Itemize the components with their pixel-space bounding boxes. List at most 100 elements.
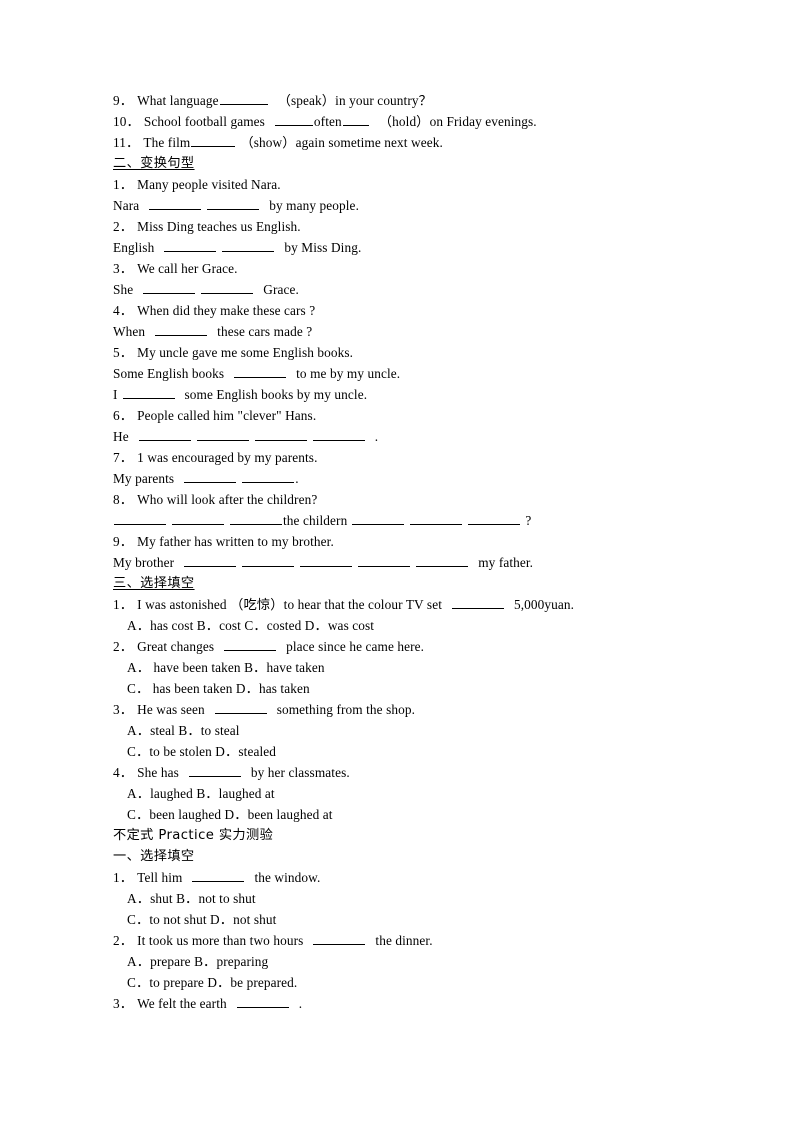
option-line-3-4-ab[interactable]: A．laughed B．laughed at	[113, 783, 713, 804]
exercise-line-q10: 10． School football games often （hold）on Fr…	[113, 111, 713, 132]
answer-middle: the childern	[283, 513, 348, 528]
blank-field[interactable]	[138, 427, 191, 441]
item-number: 6．	[113, 408, 134, 423]
blank-field[interactable]	[219, 91, 268, 105]
question-answer-2-7: My parents.	[113, 468, 713, 489]
answer-tail: some English books by my uncle.	[184, 387, 368, 402]
answer-tail: these cars made ?	[217, 324, 313, 339]
question-prompt-2-5: 5． My uncle gave me some English books.	[113, 342, 713, 363]
item-number: 4．	[113, 765, 134, 780]
question-prompt-2-3: 3． We call her Grace.	[113, 258, 713, 279]
item-text-after: .	[298, 996, 303, 1011]
option-line-p-2-cd[interactable]: C．to prepare D．be prepared.	[113, 972, 713, 993]
blank-field[interactable]	[352, 511, 405, 525]
answer-lead: She	[113, 282, 134, 297]
blank-field[interactable]	[452, 595, 504, 609]
question-answer-2-5b: Isome English books by my uncle.	[113, 384, 713, 405]
option-line-p-2-ab[interactable]: A．prepare B．preparing	[113, 951, 713, 972]
blank-field[interactable]	[214, 700, 267, 714]
worksheet-content: 9． What language （speak）in your country？ 1…	[113, 90, 713, 1014]
option-line-3-4-cd[interactable]: C．been laughed D．been laughed at	[113, 804, 713, 825]
blank-field[interactable]	[313, 931, 366, 945]
item-text: She has	[137, 765, 179, 780]
question-answer-2-4: When these cars made ?	[113, 321, 713, 342]
item-number: 8．	[113, 492, 134, 507]
item-text-middle: often	[313, 114, 342, 129]
blank-field[interactable]	[155, 322, 208, 336]
option-line-3-2-ab[interactable]: A． have been taken B．have taken	[113, 657, 713, 678]
blank-field[interactable]	[358, 553, 411, 567]
blank-field[interactable]	[184, 469, 237, 483]
blank-field[interactable]	[149, 196, 202, 210]
blank-field[interactable]	[242, 553, 295, 567]
question-stem-3-1: 1． I was astonished （吃惊）to hear that the …	[113, 594, 713, 615]
blank-field[interactable]	[410, 511, 463, 525]
item-number: 2．	[113, 639, 134, 654]
question-stem-p-3: 3． We felt the earth.	[113, 993, 713, 1014]
question-stem-3-2: 2． Great changes place since he came here.	[113, 636, 713, 657]
blank-field[interactable]	[242, 469, 295, 483]
blank-field[interactable]	[222, 238, 275, 252]
blank-field[interactable]	[224, 637, 277, 651]
question-answer-2-8: the childern?	[113, 510, 713, 531]
item-number: 1．	[113, 597, 134, 612]
item-text: Who will look after the children?	[137, 492, 318, 507]
blank-field[interactable]	[342, 112, 369, 126]
option-line-p-1-cd[interactable]: C．to not shut D．not shut	[113, 909, 713, 930]
item-number: 7．	[113, 450, 134, 465]
item-number: 10．	[113, 114, 140, 129]
option-line-p-1-ab[interactable]: A．shut B．not to shut	[113, 888, 713, 909]
blank-field[interactable]	[188, 763, 241, 777]
blank-field[interactable]	[164, 238, 217, 252]
item-text: My father has written to my brother.	[137, 534, 334, 549]
question-prompt-2-9: 9． My father has written to my brother.	[113, 531, 713, 552]
item-text-after: （hold）on Friday evenings.	[378, 114, 537, 129]
question-prompt-2-2: 2． Miss Ding teaches us English.	[113, 216, 713, 237]
option-line-3-1-ab[interactable]: A．has cost B．cost C．costed D．was cost	[113, 615, 713, 636]
question-answer-2-6: He.	[113, 426, 713, 447]
blank-field[interactable]	[191, 133, 236, 147]
blank-field[interactable]	[312, 427, 365, 441]
blank-field[interactable]	[300, 553, 353, 567]
option-line-3-3-ab[interactable]: A．steal B．to steal	[113, 720, 713, 741]
item-text: I was astonished （吃惊）to hear that the co…	[137, 597, 442, 612]
item-number: 1．	[113, 177, 134, 192]
item-number: 2．	[113, 219, 134, 234]
answer-tail: to me by my uncle.	[296, 366, 401, 381]
blank-field[interactable]	[192, 868, 245, 882]
blank-field[interactable]	[122, 385, 175, 399]
option-line-3-3-cd[interactable]: C．to be stolen D．stealed	[113, 741, 713, 762]
question-answer-2-9: My brother my father.	[113, 552, 713, 573]
answer-tail: .	[374, 429, 379, 444]
item-number: 3．	[113, 261, 134, 276]
blank-field[interactable]	[207, 196, 260, 210]
answer-tail: ?	[525, 513, 532, 528]
answer-lead: When	[113, 324, 146, 339]
blank-field[interactable]	[184, 553, 237, 567]
item-text: We call her Grace.	[137, 261, 238, 276]
answer-lead: He	[113, 429, 129, 444]
blank-field[interactable]	[236, 994, 289, 1008]
blank-field[interactable]	[274, 112, 313, 126]
blank-field[interactable]	[234, 364, 287, 378]
blank-field[interactable]	[114, 511, 166, 525]
blank-field[interactable]	[230, 511, 282, 525]
blank-field[interactable]	[416, 553, 469, 567]
answer-tail: by many people.	[269, 198, 359, 213]
item-text-after: by her classmates.	[250, 765, 350, 780]
blank-field[interactable]	[172, 511, 224, 525]
option-line-3-2-cd[interactable]: C． has been taken D．has taken	[113, 678, 713, 699]
exercise-line-q11: 11． The film （show）again sometime next wee…	[113, 132, 713, 153]
blank-field[interactable]	[468, 511, 521, 525]
item-number: 9．	[113, 534, 134, 549]
item-text: When did they make these cars ?	[137, 303, 316, 318]
question-answer-2-3: She Grace.	[113, 279, 713, 300]
item-text: Miss Ding teaches us English.	[137, 219, 301, 234]
blank-field[interactable]	[143, 280, 196, 294]
blank-field[interactable]	[254, 427, 307, 441]
blank-field[interactable]	[201, 280, 254, 294]
item-text: What language	[137, 93, 219, 108]
section-heading-three: 三、选择填空	[113, 576, 195, 591]
blank-field[interactable]	[196, 427, 249, 441]
item-text: My uncle gave me some English books.	[137, 345, 354, 360]
